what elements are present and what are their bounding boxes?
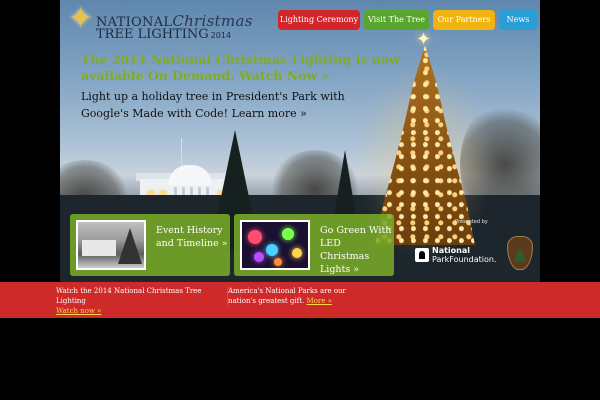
logo-title-line2: TREE LIGHTING 2014 — [96, 27, 231, 42]
led-dot — [254, 252, 264, 262]
page-margin-right — [540, 0, 600, 282]
tree-top-star-icon: ✦ — [416, 29, 432, 50]
event-history-thumbnail — [76, 220, 146, 270]
national-park-foundation-logo[interactable]: National ParkFoundation. — [415, 246, 501, 264]
star-icon: ✦ — [68, 1, 94, 36]
feature-event-history-label: Event History and Timeline » — [156, 225, 228, 249]
nav-visit-the-tree[interactable]: Visit The Tree — [364, 10, 429, 30]
page-margin-left — [0, 0, 60, 282]
nav-news[interactable]: News — [499, 10, 537, 30]
footer-parks: America's National Parks are our nation'… — [227, 286, 347, 306]
site-logo[interactable]: ✦ NATIONALChristmas TREE LIGHTING 2014 — [68, 1, 252, 43]
presented-by-label: Presented by — [455, 219, 488, 225]
thumbnail-house — [82, 240, 116, 256]
hero-subline-link[interactable]: Light up a holiday tree in President's P… — [81, 88, 371, 122]
feature-go-green-led[interactable]: Go Green With LED Christmas Lights » — [234, 214, 394, 276]
led-dot — [274, 258, 282, 266]
logo-word-tree-lighting: TREE LIGHTING — [96, 27, 209, 42]
npf-name-line2: ParkFoundation. — [432, 255, 497, 264]
npf-mark-icon — [415, 248, 429, 262]
footer-bar: Watch the 2014 National Christmas Tree L… — [0, 282, 600, 318]
footer-watch-now-link[interactable]: Watch now » — [56, 307, 101, 315]
thumbnail-tree — [118, 228, 142, 264]
led-lights-thumbnail — [240, 220, 310, 270]
feature-event-history[interactable]: Event History and Timeline » — [70, 214, 230, 276]
white-house-portico — [168, 165, 212, 185]
footer-watch-text: Watch the 2014 National Christmas Tree L… — [56, 287, 202, 305]
nav-our-partners[interactable]: Our Partners — [433, 10, 495, 30]
flagpole — [181, 138, 182, 168]
footer-watch: Watch the 2014 National Christmas Tree L… — [56, 286, 226, 316]
led-dot — [282, 228, 294, 240]
hero-headline-link[interactable]: The 2014 National Christmas Lighting is … — [81, 52, 401, 84]
led-dot — [248, 230, 262, 244]
npf-name-line1: National — [432, 246, 470, 255]
feature-go-green-label: Go Green With LED Christmas Lights » — [320, 225, 392, 275]
footer-more-link[interactable]: More » — [307, 297, 332, 305]
led-dot — [266, 244, 278, 256]
logo-year: 2014 — [210, 31, 231, 40]
led-dot — [292, 248, 302, 258]
nav-lighting-ceremony[interactable]: Lighting Ceremony — [278, 10, 360, 30]
